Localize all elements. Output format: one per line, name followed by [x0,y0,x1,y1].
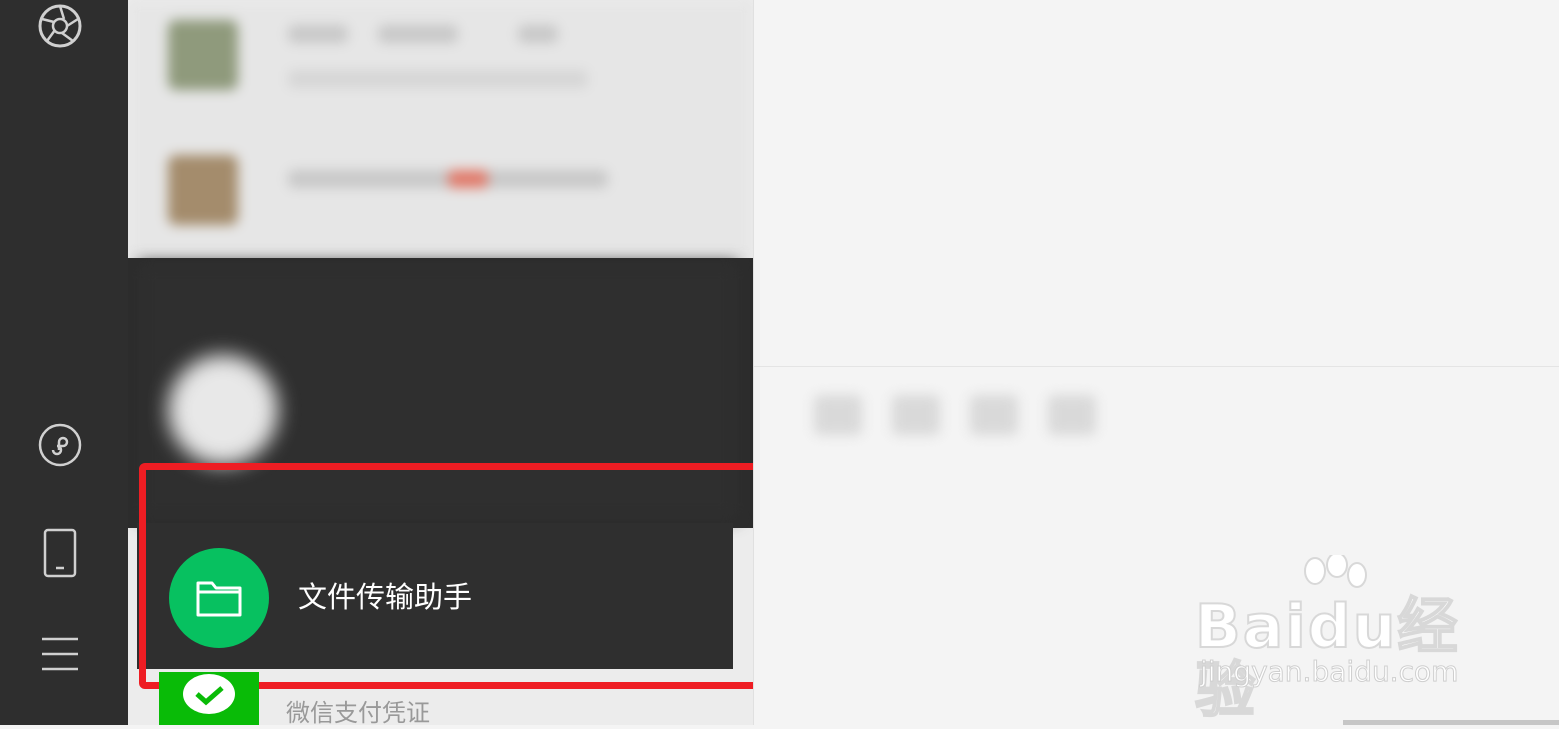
mini-program-icon[interactable] [37,422,83,468]
avatar [168,155,238,225]
wechat-pay-icon [183,674,235,714]
watermark: Baidu经验 jingyan.baidu.com [1194,555,1495,724]
bottom-strip [1343,720,1559,725]
blurred-toolbar [814,395,1144,455]
list-item[interactable] [168,140,728,230]
wechat-pay-avatar [159,672,259,725]
highlight-annotation [139,463,785,689]
watermark-url: jingyan.baidu.com [1199,655,1459,689]
menu-icon[interactable] [37,634,83,674]
nav-rail [0,0,128,725]
list-item[interactable] [168,5,728,95]
moments-icon[interactable] [37,3,83,49]
blurred-avatar [168,355,278,465]
divider [754,366,1559,367]
chat-item-name: 微信支付凭证 [286,699,430,727]
phone-icon[interactable] [37,528,83,578]
avatar [168,20,238,90]
blurred-chat-items [128,0,753,258]
